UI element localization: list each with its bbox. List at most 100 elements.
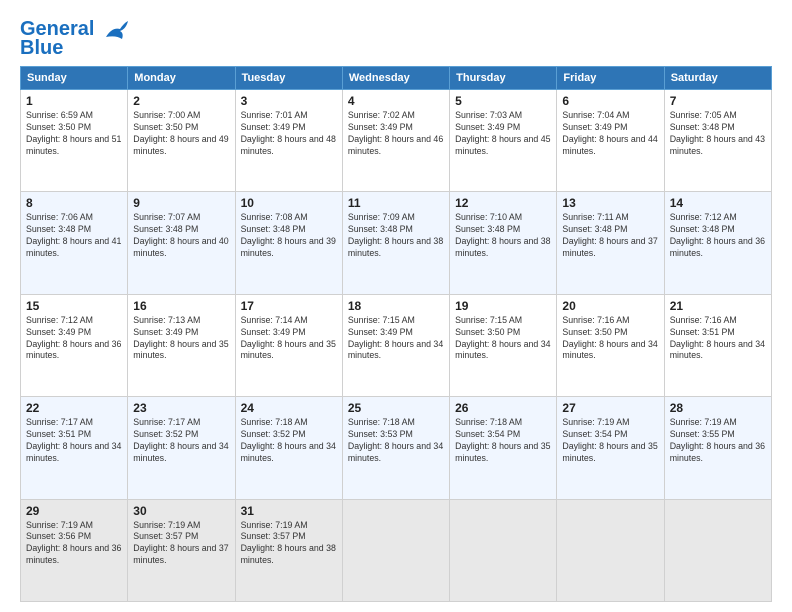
calendar-week-row: 15 Sunrise: 7:12 AMSunset: 3:49 PMDaylig… bbox=[21, 294, 772, 396]
calendar-header-thursday: Thursday bbox=[450, 67, 557, 90]
day-number: 7 bbox=[670, 94, 766, 108]
calendar-header-monday: Monday bbox=[128, 67, 235, 90]
calendar-cell: 15 Sunrise: 7:12 AMSunset: 3:49 PMDaylig… bbox=[21, 294, 128, 396]
day-number: 30 bbox=[133, 504, 229, 518]
day-info: Sunrise: 7:08 AMSunset: 3:48 PMDaylight:… bbox=[241, 212, 337, 260]
day-number: 26 bbox=[455, 401, 551, 415]
day-info: Sunrise: 7:19 AMSunset: 3:57 PMDaylight:… bbox=[133, 520, 229, 568]
day-number: 22 bbox=[26, 401, 122, 415]
calendar-week-row: 1 Sunrise: 6:59 AMSunset: 3:50 PMDayligh… bbox=[21, 90, 772, 192]
day-info: Sunrise: 7:14 AMSunset: 3:49 PMDaylight:… bbox=[241, 315, 337, 363]
day-info: Sunrise: 7:06 AMSunset: 3:48 PMDaylight:… bbox=[26, 212, 122, 260]
calendar-cell: 9 Sunrise: 7:07 AMSunset: 3:48 PMDayligh… bbox=[128, 192, 235, 294]
day-info: Sunrise: 7:01 AMSunset: 3:49 PMDaylight:… bbox=[241, 110, 337, 158]
day-info: Sunrise: 7:09 AMSunset: 3:48 PMDaylight:… bbox=[348, 212, 444, 260]
day-info: Sunrise: 7:07 AMSunset: 3:48 PMDaylight:… bbox=[133, 212, 229, 260]
day-number: 9 bbox=[133, 196, 229, 210]
day-number: 14 bbox=[670, 196, 766, 210]
calendar-cell: 16 Sunrise: 7:13 AMSunset: 3:49 PMDaylig… bbox=[128, 294, 235, 396]
day-info: Sunrise: 7:00 AMSunset: 3:50 PMDaylight:… bbox=[133, 110, 229, 158]
calendar-cell: 23 Sunrise: 7:17 AMSunset: 3:52 PMDaylig… bbox=[128, 397, 235, 499]
day-number: 31 bbox=[241, 504, 337, 518]
calendar-cell: 29 Sunrise: 7:19 AMSunset: 3:56 PMDaylig… bbox=[21, 499, 128, 601]
calendar-table: SundayMondayTuesdayWednesdayThursdayFrid… bbox=[20, 66, 772, 602]
logo-blue: Blue bbox=[20, 37, 63, 60]
day-number: 28 bbox=[670, 401, 766, 415]
logo: General Blue bbox=[20, 18, 130, 60]
calendar-header-saturday: Saturday bbox=[664, 67, 771, 90]
calendar-cell: 13 Sunrise: 7:11 AMSunset: 3:48 PMDaylig… bbox=[557, 192, 664, 294]
calendar-cell: 30 Sunrise: 7:19 AMSunset: 3:57 PMDaylig… bbox=[128, 499, 235, 601]
calendar-cell: 4 Sunrise: 7:02 AMSunset: 3:49 PMDayligh… bbox=[342, 90, 449, 192]
day-number: 12 bbox=[455, 196, 551, 210]
calendar-cell: 28 Sunrise: 7:19 AMSunset: 3:55 PMDaylig… bbox=[664, 397, 771, 499]
calendar-header-wednesday: Wednesday bbox=[342, 67, 449, 90]
day-info: Sunrise: 7:02 AMSunset: 3:49 PMDaylight:… bbox=[348, 110, 444, 158]
calendar-cell: 19 Sunrise: 7:15 AMSunset: 3:50 PMDaylig… bbox=[450, 294, 557, 396]
calendar-cell: 5 Sunrise: 7:03 AMSunset: 3:49 PMDayligh… bbox=[450, 90, 557, 192]
calendar-week-row: 22 Sunrise: 7:17 AMSunset: 3:51 PMDaylig… bbox=[21, 397, 772, 499]
day-number: 6 bbox=[562, 94, 658, 108]
calendar-week-row: 29 Sunrise: 7:19 AMSunset: 3:56 PMDaylig… bbox=[21, 499, 772, 601]
calendar-cell: 1 Sunrise: 6:59 AMSunset: 3:50 PMDayligh… bbox=[21, 90, 128, 192]
day-number: 4 bbox=[348, 94, 444, 108]
day-info: Sunrise: 6:59 AMSunset: 3:50 PMDaylight:… bbox=[26, 110, 122, 158]
calendar-cell: 6 Sunrise: 7:04 AMSunset: 3:49 PMDayligh… bbox=[557, 90, 664, 192]
calendar-header-tuesday: Tuesday bbox=[235, 67, 342, 90]
day-number: 23 bbox=[133, 401, 229, 415]
day-info: Sunrise: 7:12 AMSunset: 3:49 PMDaylight:… bbox=[26, 315, 122, 363]
logo-bird-icon bbox=[102, 19, 130, 41]
calendar-cell: 24 Sunrise: 7:18 AMSunset: 3:52 PMDaylig… bbox=[235, 397, 342, 499]
day-info: Sunrise: 7:18 AMSunset: 3:52 PMDaylight:… bbox=[241, 417, 337, 465]
day-info: Sunrise: 7:19 AMSunset: 3:57 PMDaylight:… bbox=[241, 520, 337, 568]
day-info: Sunrise: 7:13 AMSunset: 3:49 PMDaylight:… bbox=[133, 315, 229, 363]
header: General Blue bbox=[20, 18, 772, 60]
day-info: Sunrise: 7:19 AMSunset: 3:56 PMDaylight:… bbox=[26, 520, 122, 568]
calendar-cell: 25 Sunrise: 7:18 AMSunset: 3:53 PMDaylig… bbox=[342, 397, 449, 499]
calendar-cell: 20 Sunrise: 7:16 AMSunset: 3:50 PMDaylig… bbox=[557, 294, 664, 396]
calendar-cell: 26 Sunrise: 7:18 AMSunset: 3:54 PMDaylig… bbox=[450, 397, 557, 499]
day-number: 13 bbox=[562, 196, 658, 210]
day-info: Sunrise: 7:12 AMSunset: 3:48 PMDaylight:… bbox=[670, 212, 766, 260]
day-number: 3 bbox=[241, 94, 337, 108]
day-number: 21 bbox=[670, 299, 766, 313]
day-info: Sunrise: 7:15 AMSunset: 3:49 PMDaylight:… bbox=[348, 315, 444, 363]
calendar-cell bbox=[450, 499, 557, 601]
calendar-cell: 17 Sunrise: 7:14 AMSunset: 3:49 PMDaylig… bbox=[235, 294, 342, 396]
day-info: Sunrise: 7:05 AMSunset: 3:48 PMDaylight:… bbox=[670, 110, 766, 158]
calendar-cell: 18 Sunrise: 7:15 AMSunset: 3:49 PMDaylig… bbox=[342, 294, 449, 396]
day-number: 8 bbox=[26, 196, 122, 210]
calendar-week-row: 8 Sunrise: 7:06 AMSunset: 3:48 PMDayligh… bbox=[21, 192, 772, 294]
day-number: 29 bbox=[26, 504, 122, 518]
calendar-cell bbox=[557, 499, 664, 601]
calendar-cell: 22 Sunrise: 7:17 AMSunset: 3:51 PMDaylig… bbox=[21, 397, 128, 499]
day-number: 16 bbox=[133, 299, 229, 313]
day-info: Sunrise: 7:17 AMSunset: 3:51 PMDaylight:… bbox=[26, 417, 122, 465]
calendar-cell: 3 Sunrise: 7:01 AMSunset: 3:49 PMDayligh… bbox=[235, 90, 342, 192]
day-info: Sunrise: 7:19 AMSunset: 3:55 PMDaylight:… bbox=[670, 417, 766, 465]
day-number: 17 bbox=[241, 299, 337, 313]
calendar-header-row: SundayMondayTuesdayWednesdayThursdayFrid… bbox=[21, 67, 772, 90]
day-info: Sunrise: 7:10 AMSunset: 3:48 PMDaylight:… bbox=[455, 212, 551, 260]
day-info: Sunrise: 7:19 AMSunset: 3:54 PMDaylight:… bbox=[562, 417, 658, 465]
day-info: Sunrise: 7:04 AMSunset: 3:49 PMDaylight:… bbox=[562, 110, 658, 158]
day-info: Sunrise: 7:16 AMSunset: 3:50 PMDaylight:… bbox=[562, 315, 658, 363]
day-info: Sunrise: 7:03 AMSunset: 3:49 PMDaylight:… bbox=[455, 110, 551, 158]
day-number: 24 bbox=[241, 401, 337, 415]
day-number: 1 bbox=[26, 94, 122, 108]
calendar-cell: 14 Sunrise: 7:12 AMSunset: 3:48 PMDaylig… bbox=[664, 192, 771, 294]
calendar-cell: 2 Sunrise: 7:00 AMSunset: 3:50 PMDayligh… bbox=[128, 90, 235, 192]
calendar-cell bbox=[664, 499, 771, 601]
day-info: Sunrise: 7:16 AMSunset: 3:51 PMDaylight:… bbox=[670, 315, 766, 363]
calendar-cell bbox=[342, 499, 449, 601]
day-number: 2 bbox=[133, 94, 229, 108]
calendar-cell: 11 Sunrise: 7:09 AMSunset: 3:48 PMDaylig… bbox=[342, 192, 449, 294]
calendar-header-sunday: Sunday bbox=[21, 67, 128, 90]
day-number: 10 bbox=[241, 196, 337, 210]
day-info: Sunrise: 7:11 AMSunset: 3:48 PMDaylight:… bbox=[562, 212, 658, 260]
calendar-cell: 8 Sunrise: 7:06 AMSunset: 3:48 PMDayligh… bbox=[21, 192, 128, 294]
day-info: Sunrise: 7:15 AMSunset: 3:50 PMDaylight:… bbox=[455, 315, 551, 363]
calendar-cell: 27 Sunrise: 7:19 AMSunset: 3:54 PMDaylig… bbox=[557, 397, 664, 499]
day-info: Sunrise: 7:18 AMSunset: 3:53 PMDaylight:… bbox=[348, 417, 444, 465]
day-number: 18 bbox=[348, 299, 444, 313]
